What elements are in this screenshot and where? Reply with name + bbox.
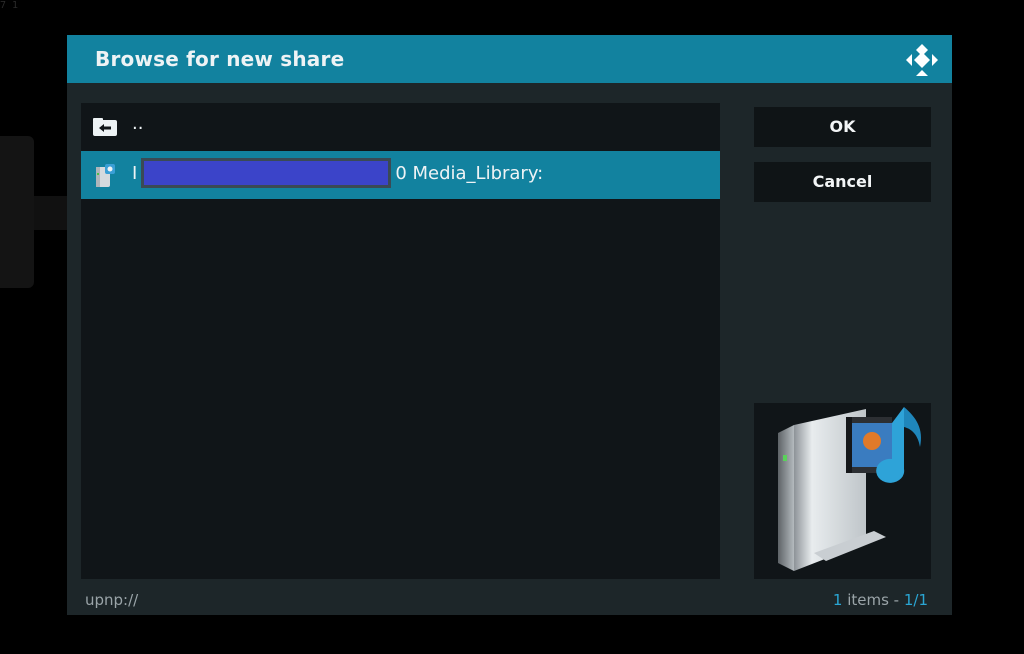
background-bar [34, 196, 68, 230]
file-list[interactable]: .. I0 Media_Library: [81, 103, 720, 579]
list-item-media-library[interactable]: I0 Media_Library: [81, 151, 720, 199]
kodi-logo-icon [906, 44, 938, 76]
redaction-box [141, 158, 391, 188]
cancel-button[interactable]: Cancel [754, 162, 931, 202]
ok-button[interactable]: OK [754, 107, 931, 147]
browse-dialog: Browse for new share .. I 0 Media_Librar… [67, 35, 952, 615]
list-item-label: .. [132, 113, 144, 134]
media-server-icon [778, 407, 922, 571]
item-count: 1 items - 1/1 [832, 591, 928, 609]
media-server-thumbnail [754, 403, 931, 579]
dialog-title: Browse for new share [95, 47, 345, 71]
upnp-server-icon [96, 164, 115, 187]
folder-back-icon [93, 118, 117, 136]
current-path: upnp:// [85, 591, 139, 609]
background-panel [0, 136, 34, 288]
background-glyph: 7 1 [0, 0, 19, 11]
dialog-titlebar: Browse for new share [67, 35, 952, 83]
list-item-parent-folder[interactable]: .. [81, 103, 720, 151]
